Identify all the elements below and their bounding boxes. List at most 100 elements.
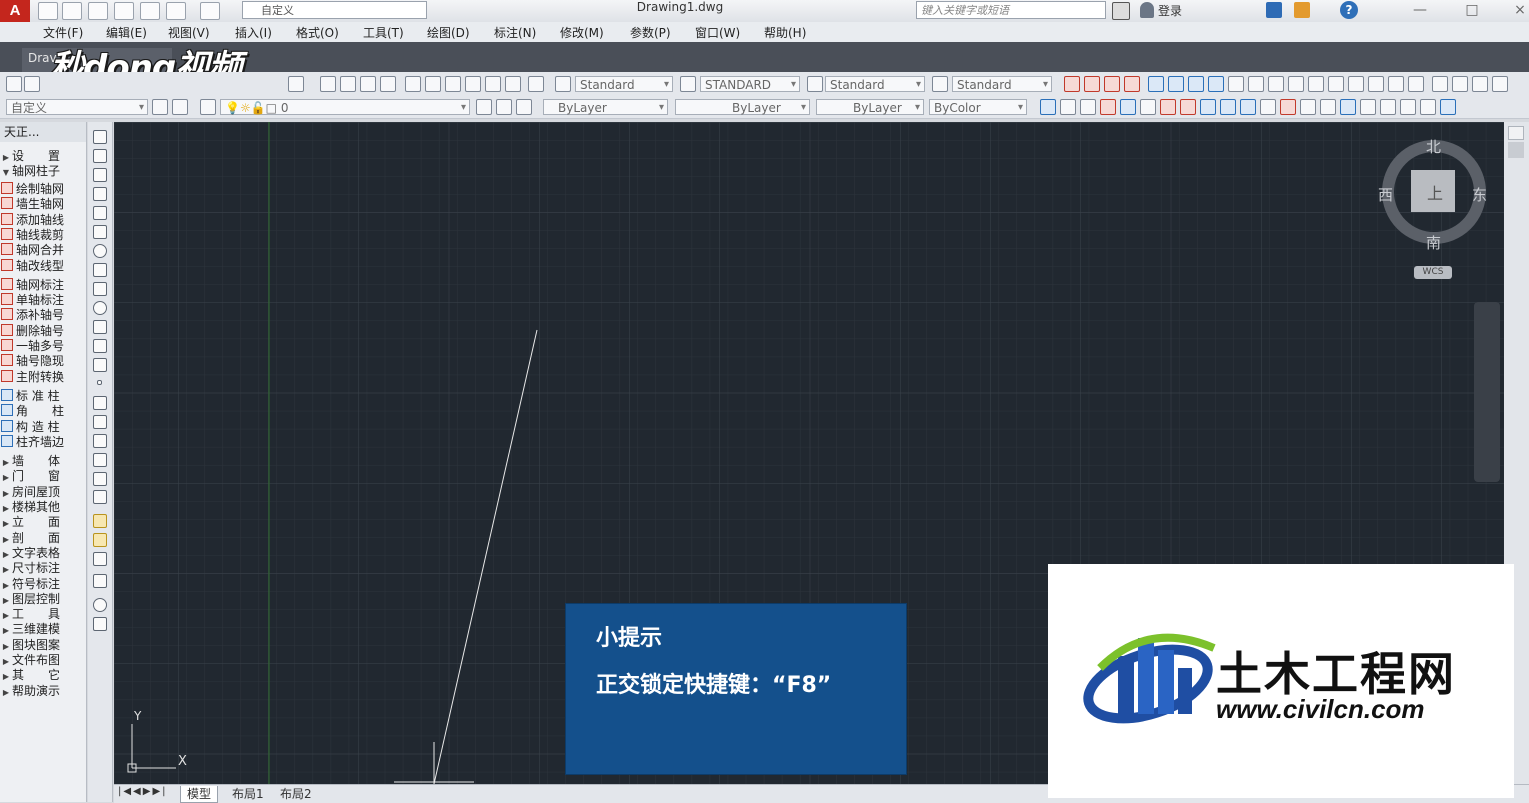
layer-tool-icon-6[interactable] <box>93 617 107 631</box>
palette-tool-item[interactable]: 轴线裁剪 <box>0 227 86 243</box>
layer-tool-icon-5[interactable] <box>93 598 107 612</box>
tangent-tool-icon-6[interactable] <box>1140 99 1156 115</box>
palette-group-item[interactable]: ▶ 图块图案 <box>0 638 86 653</box>
table-icon[interactable] <box>1288 76 1304 92</box>
close-button[interactable]: × <box>1500 0 1529 22</box>
markup-icon[interactable] <box>485 76 501 92</box>
layer-tool-icon-2[interactable] <box>93 533 107 547</box>
menu-tools[interactable]: 工具(T) <box>363 24 404 41</box>
line-icon[interactable] <box>93 130 107 144</box>
dim-style-icon[interactable] <box>680 76 696 92</box>
sheet-set-icon[interactable] <box>465 76 481 92</box>
make-current-icon[interactable] <box>476 99 492 115</box>
tangent-tool-icon-18[interactable] <box>1380 99 1396 115</box>
palette-tool-item[interactable]: 添加轴线 <box>0 212 86 228</box>
layer-tool-icon-3[interactable] <box>93 552 107 566</box>
layer-dropdown[interactable]: 💡☼🔓□ 0 <box>220 99 470 116</box>
menu-edit[interactable]: 编辑(E) <box>106 24 147 41</box>
zoom-realtime-icon[interactable] <box>340 76 356 92</box>
plotstyle-control-dropdown[interactable]: ByColor <box>929 99 1027 116</box>
menu-draw[interactable]: 绘图(D) <box>427 24 470 41</box>
lineweight-control-dropdown[interactable]: ByLayer <box>816 99 924 116</box>
tangent-tool-icon-14[interactable] <box>1300 99 1316 115</box>
dimension-icon[interactable] <box>1308 76 1324 92</box>
tab-layout1[interactable]: 布局1 <box>226 786 270 802</box>
layer-tool-icon-1[interactable] <box>93 514 107 528</box>
tangent-tool-icon-20[interactable] <box>1420 99 1436 115</box>
help-icon[interactable] <box>528 76 544 92</box>
color-control-dropdown[interactable]: ByLayer <box>543 99 668 116</box>
move-icon[interactable] <box>1452 76 1468 92</box>
minimize-button[interactable]: — <box>1400 0 1440 22</box>
tangent-tool-icon-16[interactable] <box>1340 99 1356 115</box>
palette-tool-item[interactable]: 单轴标注 <box>0 293 86 308</box>
tangent-tool-icon-10[interactable] <box>1220 99 1236 115</box>
maximize-button[interactable]: □ <box>1452 0 1492 22</box>
palette-group-item[interactable]: ▶ 房间屋顶 <box>0 485 86 500</box>
menu-file[interactable]: 文件(F) <box>43 24 83 41</box>
table-style-icon[interactable] <box>807 76 823 92</box>
multileader-style-dropdown[interactable]: Standard <box>952 76 1052 93</box>
mirror-icon[interactable] <box>1388 76 1404 92</box>
linetype-control-dropdown[interactable]: ByLayer <box>675 99 810 116</box>
zoom-window-icon[interactable] <box>360 76 376 92</box>
compass-south[interactable]: 南 <box>1426 232 1441 253</box>
save-as-icon[interactable] <box>114 2 134 20</box>
palette-group-item[interactable]: ▶ 门 窗 <box>0 469 86 484</box>
palette-tool-item[interactable]: 标 准 柱 <box>0 388 86 404</box>
rectangle-icon[interactable] <box>93 206 107 220</box>
palette-group-item[interactable]: ▶ 尺寸标注 <box>0 561 86 576</box>
window-icon[interactable] <box>1148 76 1164 92</box>
palette-group-item[interactable]: ▶ 其 它 <box>0 668 86 683</box>
application-menu-button[interactable]: A <box>0 0 30 22</box>
tangent-tool-icon-1[interactable] <box>1040 99 1056 115</box>
region-icon[interactable] <box>93 434 107 448</box>
spline-icon[interactable] <box>93 282 107 296</box>
exchange-icon[interactable] <box>1266 2 1282 18</box>
print-icon[interactable] <box>140 2 160 20</box>
tab-layout2[interactable]: 布局2 <box>274 786 318 802</box>
tangent-tool-icon-21[interactable] <box>1440 99 1456 115</box>
polyline-icon[interactable] <box>93 168 107 182</box>
tangent-tool-icon-12[interactable] <box>1260 99 1276 115</box>
menu-window[interactable]: 窗口(W) <box>695 24 740 41</box>
palette-tool-item[interactable]: 添补轴号 <box>0 308 86 323</box>
door-icon[interactable] <box>1168 76 1184 92</box>
tangent-tool-icon-5[interactable] <box>1120 99 1136 115</box>
pan-icon[interactable] <box>320 76 336 92</box>
design-center-icon[interactable] <box>425 76 441 92</box>
menu-view[interactable]: 视图(V) <box>168 24 210 41</box>
text-style-icon[interactable] <box>555 76 571 92</box>
login-link[interactable]: 登录 <box>1158 2 1182 19</box>
table-draw-icon[interactable] <box>93 453 107 467</box>
tangent-axis-icon[interactable] <box>1064 76 1080 92</box>
palette-group-item[interactable]: ▶ 帮助演示 <box>0 684 86 699</box>
tangent-tool-icon-15[interactable] <box>1320 99 1336 115</box>
stretch-icon[interactable] <box>1472 76 1488 92</box>
palette-group-item[interactable]: ▶ 文件布图 <box>0 653 86 668</box>
palette-tool-item[interactable]: 轴改线型 <box>0 258 86 274</box>
tangent-tool-icon-3[interactable] <box>1080 99 1096 115</box>
menu-help[interactable]: 帮助(H) <box>764 24 806 41</box>
palette-group-item[interactable]: ▶ 工 具 <box>0 607 86 622</box>
multileader-style-icon[interactable] <box>932 76 948 92</box>
help-button[interactable]: ? <box>1340 1 1358 19</box>
rotate-icon[interactable] <box>1368 76 1384 92</box>
new-file-icon[interactable] <box>38 2 58 20</box>
array-icon[interactable] <box>1408 76 1424 92</box>
palette-tool-item[interactable]: 一轴多号 <box>0 339 86 354</box>
tangent-tool-icon-19[interactable] <box>1400 99 1416 115</box>
palette-tool-item[interactable]: 绘制轴网 <box>0 182 86 197</box>
polygon-icon[interactable] <box>93 187 107 201</box>
palette-group-item[interactable]: ▶ 三维建模 <box>0 622 86 637</box>
layer-previous-icon[interactable] <box>496 99 512 115</box>
table-style-dropdown[interactable]: Standard <box>825 76 925 93</box>
workspace-settings-icon[interactable] <box>152 99 168 115</box>
workspace-dropdown-secondary[interactable]: 自定义 <box>6 99 148 116</box>
new-icon[interactable] <box>6 76 22 92</box>
tangent-tool-icon-17[interactable] <box>1360 99 1376 115</box>
section-icon[interactable] <box>1248 76 1264 92</box>
palette-group-item[interactable]: ▶ 文字表格 <box>0 546 86 561</box>
compass-west[interactable]: 西 <box>1378 184 1393 205</box>
scale-icon[interactable] <box>1492 76 1508 92</box>
